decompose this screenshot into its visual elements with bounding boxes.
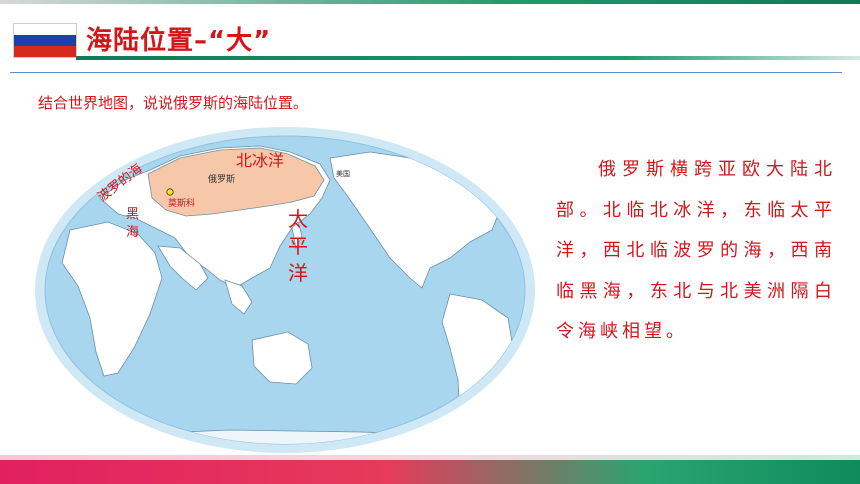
- pacific-label-3: 洋: [288, 261, 308, 285]
- moscow-label: 莫斯科: [168, 197, 195, 209]
- greenland-landmass: [459, 145, 521, 181]
- pacific-label-2: 平: [288, 234, 308, 258]
- pacific-label-1: 太: [288, 207, 308, 231]
- usa-label: 美国: [336, 169, 350, 178]
- title-bar: [76, 56, 860, 60]
- arctic-ocean-label: 北冰洋: [236, 151, 284, 170]
- slide-title: 海陆位置–“大”: [86, 26, 272, 56]
- top-accent-bar: [0, 0, 860, 4]
- black-sea-label-2: 海: [126, 225, 139, 240]
- russia-flag-icon: [14, 24, 76, 57]
- black-sea-label-1: 黑: [126, 207, 139, 222]
- russia-label: 俄罗斯: [208, 173, 235, 185]
- moscow-marker: [166, 188, 174, 196]
- answer-paragraph: 俄罗斯横跨亚欧大陆北部。北临北冰洋，东临太平洋，西北临波罗的海，西南临黑海，东北…: [556, 150, 836, 353]
- divider: [10, 72, 842, 73]
- answer-text: 俄罗斯横跨亚欧大陆北部。北临北冰洋，东临太平洋，西北临波罗的海，西南临黑海，东北…: [556, 159, 836, 342]
- footer-bar: [0, 460, 860, 484]
- world-map: 莫斯科 俄罗斯 美国 北冰洋 太 平 洋 波罗的海 黑 海: [35, 127, 535, 453]
- question-prompt: 结合世界地图，说说俄罗斯的海陆位置。: [38, 94, 309, 112]
